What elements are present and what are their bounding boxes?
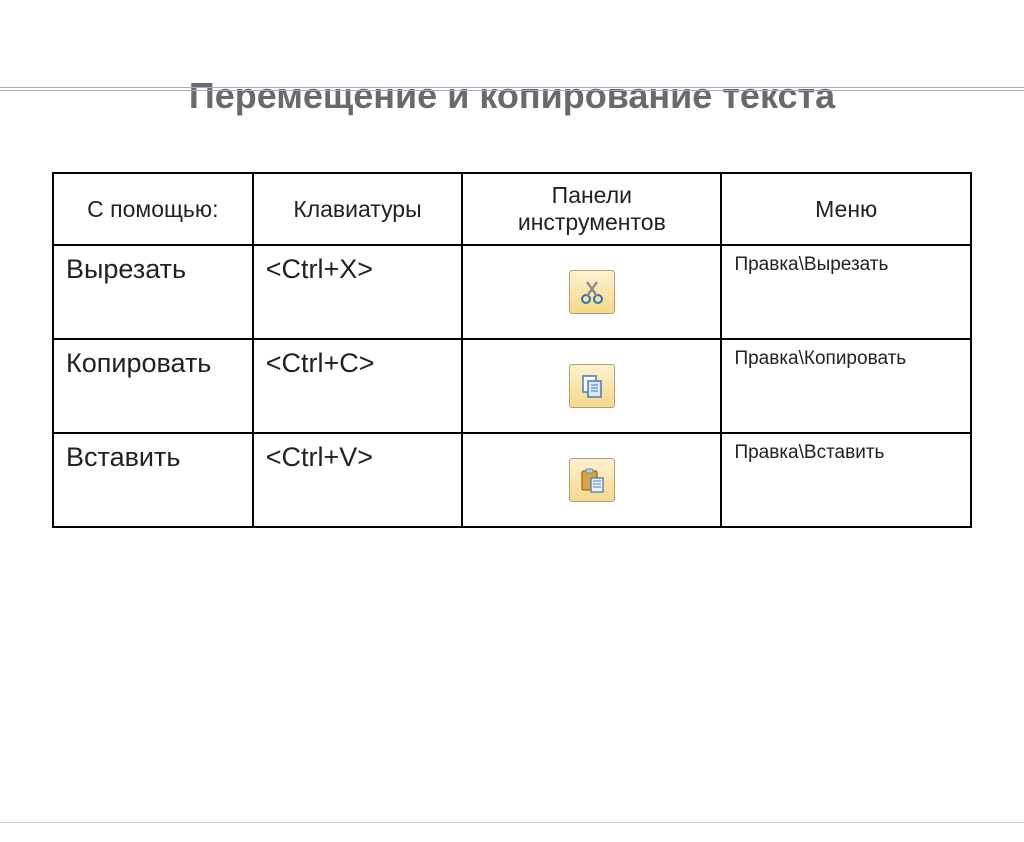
header-toolbar: Панели инструментов [462, 173, 721, 245]
shortcut-cell: <Ctrl+C> [253, 339, 462, 433]
shortcut-cell: <Ctrl+X> [253, 245, 462, 339]
icon-cell [462, 433, 721, 527]
paste-icon [569, 458, 615, 502]
table-row: Копировать <Ctrl+C> Правка\Копировать [53, 339, 971, 433]
menu-cell: Правка\Копировать [721, 339, 971, 433]
icon-cell [462, 245, 721, 339]
copy-icon [569, 364, 615, 408]
menu-cell: Правка\Вырезать [721, 245, 971, 339]
cut-icon [569, 270, 615, 314]
bottom-rule-decoration [0, 822, 1024, 824]
icon-cell [462, 339, 721, 433]
top-border-decoration [0, 75, 1024, 91]
shortcuts-table: С помощью: Клавиатуры Панели инструменто… [52, 172, 972, 528]
menu-cell: Правка\Вставить [721, 433, 971, 527]
table-row: Вставить <Ctrl+V> Правка\Вставить [53, 433, 971, 527]
action-cell: Вырезать [53, 245, 253, 339]
table-container: С помощью: Клавиатуры Панели инструменто… [0, 172, 1024, 528]
shortcut-cell: <Ctrl+V> [253, 433, 462, 527]
header-method: С помощью: [53, 173, 253, 245]
action-cell: Копировать [53, 339, 253, 433]
action-cell: Вставить [53, 433, 253, 527]
header-menu: Меню [721, 173, 971, 245]
table-row: Вырезать <Ctrl+X> Правка\Вырезать [53, 245, 971, 339]
header-keyboard: Клавиатуры [253, 173, 462, 245]
table-header-row: С помощью: Клавиатуры Панели инструменто… [53, 173, 971, 245]
